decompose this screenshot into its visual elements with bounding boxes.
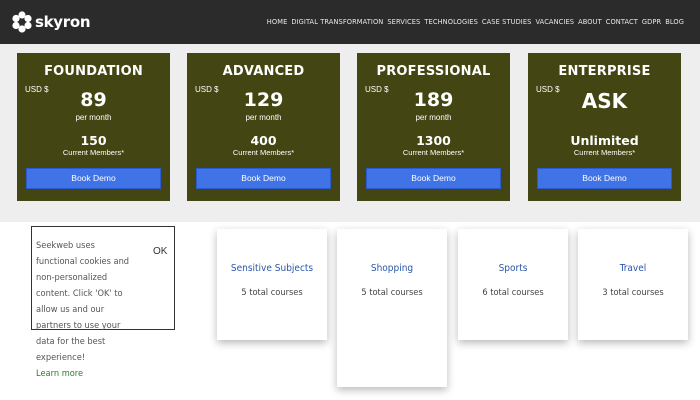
category-title: Travel <box>619 263 647 274</box>
cookie-ok-button[interactable]: OK <box>153 246 167 257</box>
nav-about[interactable]: ABOUT <box>578 17 602 26</box>
pricing-section: FOUNDATION USD $ 89 per month 150 Curren… <box>0 44 700 222</box>
nav-blog[interactable]: BLOG <box>665 17 684 26</box>
plan-card-professional: PROFESSIONAL USD $ 189 per month 1300 Cu… <box>357 53 510 201</box>
plan-name: FOUNDATION <box>44 64 143 79</box>
plan-members-label: Current Members* <box>232 148 295 157</box>
plan-price: 189 <box>413 89 454 111</box>
plan-card-enterprise: ENTERPRISE USD $ ASK Unlimited Current M… <box>528 53 681 201</box>
category-title: Sensitive Subjects <box>230 263 314 274</box>
plan-name: ADVANCED <box>222 64 305 79</box>
logo-flower-icon <box>12 10 32 34</box>
learn-more-link[interactable]: Learn more <box>36 366 136 382</box>
top-navbar: skyron HOME DIGITAL TRANSFORMATION SERVI… <box>0 0 700 44</box>
category-card-sports[interactable]: Sports 6 total courses <box>458 229 568 340</box>
plan-period: per month <box>245 113 282 122</box>
nav-home[interactable]: HOME <box>267 17 288 26</box>
category-card-sensitive-subjects[interactable]: Sensitive Subjects 5 total courses <box>217 229 327 340</box>
nav-digital-transformation[interactable]: DIGITAL TRANSFORMATION <box>291 17 383 26</box>
plan-members: Unlimited <box>570 133 639 148</box>
plan-card-foundation: FOUNDATION USD $ 89 per month 150 Curren… <box>17 53 170 201</box>
plan-members-label: Current Members* <box>573 148 636 157</box>
category-title: Shopping <box>370 263 414 274</box>
plan-period: per month <box>415 113 452 122</box>
category-course-count: 3 total courses <box>602 287 664 298</box>
category-card-travel[interactable]: Travel 3 total courses <box>578 229 688 340</box>
cookie-notice: Seekweb uses functional cookies and non-… <box>36 238 136 382</box>
logo-text: skyron <box>35 13 91 31</box>
plan-price: ASK <box>581 89 628 113</box>
main-nav: HOME DIGITAL TRANSFORMATION SERVICES TEC… <box>267 17 684 26</box>
book-demo-button[interactable]: Book Demo <box>537 168 672 189</box>
nav-case-studies[interactable]: CASE STUDIES <box>482 17 532 26</box>
nav-vacancies[interactable]: VACANCIES <box>536 17 575 26</box>
plan-members-label: Current Members* <box>62 148 125 157</box>
category-card-shopping[interactable]: Shopping 5 total courses <box>337 229 447 387</box>
plan-members: 400 <box>250 133 277 148</box>
plan-members: 1300 <box>416 133 451 148</box>
nav-contact[interactable]: CONTACT <box>606 17 638 26</box>
plan-card-advanced: ADVANCED USD $ 129 per month 400 Current… <box>187 53 340 201</box>
plan-members: 150 <box>80 133 107 148</box>
category-title: Sports <box>498 263 528 274</box>
plan-price: 89 <box>80 89 107 111</box>
plan-period: per month <box>75 113 112 122</box>
nav-gdpr[interactable]: GDPR <box>642 17 661 26</box>
book-demo-button[interactable]: Book Demo <box>26 168 161 189</box>
book-demo-button[interactable]: Book Demo <box>366 168 501 189</box>
category-course-count: 6 total courses <box>482 287 544 298</box>
nav-services[interactable]: SERVICES <box>387 17 420 26</box>
category-course-count: 5 total courses <box>241 287 303 298</box>
nav-technologies[interactable]: TECHNOLOGIES <box>424 17 478 26</box>
plan-name: ENTERPRISE <box>558 64 651 79</box>
book-demo-button[interactable]: Book Demo <box>196 168 331 189</box>
logo[interactable]: skyron <box>12 10 91 34</box>
plan-price: 129 <box>243 89 284 111</box>
category-course-count: 5 total courses <box>361 287 423 298</box>
cookie-message: Seekweb uses functional cookies and non-… <box>36 240 130 363</box>
plan-members-label: Current Members* <box>402 148 465 157</box>
plan-name: PROFESSIONAL <box>376 64 491 79</box>
